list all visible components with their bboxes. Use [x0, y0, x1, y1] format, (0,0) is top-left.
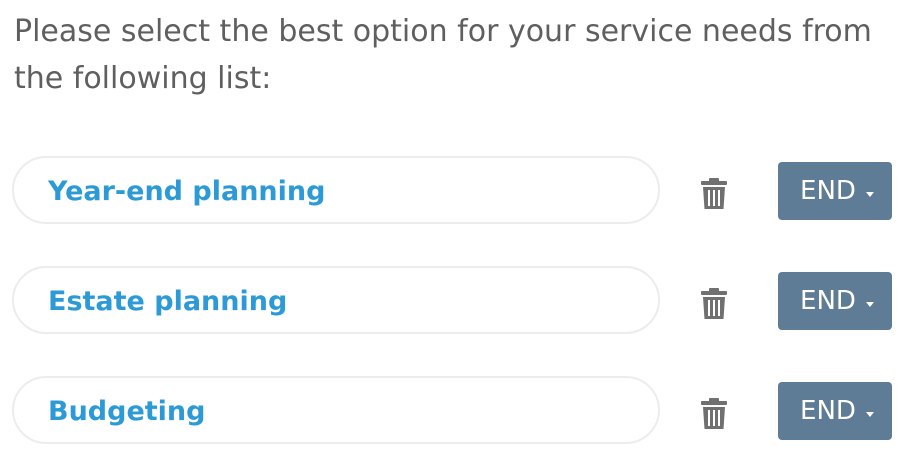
service-selection-panel: Please select the best option for your s… [0, 0, 914, 466]
end-dropdown-button[interactable]: END [778, 382, 892, 440]
option-pill[interactable]: Estate planning [12, 266, 660, 334]
option-label: Year-end planning [48, 176, 326, 207]
end-button-label: END [800, 176, 856, 206]
option-label: Estate planning [48, 286, 288, 317]
trash-icon[interactable] [700, 178, 728, 210]
end-dropdown-button[interactable]: END [778, 162, 892, 220]
end-button-label: END [800, 286, 856, 316]
trash-icon[interactable] [700, 288, 728, 320]
option-pill[interactable]: Budgeting [12, 376, 660, 444]
option-label: Budgeting [48, 396, 206, 427]
caret-down-icon [866, 302, 874, 307]
trash-icon[interactable] [700, 398, 728, 430]
option-row: Year-end planning END [0, 156, 914, 226]
option-row: Budgeting END [0, 376, 914, 446]
end-dropdown-button[interactable]: END [778, 272, 892, 330]
caret-down-icon [866, 412, 874, 417]
end-button-label: END [800, 396, 856, 426]
option-row: Estate planning END [0, 266, 914, 336]
caret-down-icon [866, 192, 874, 197]
option-pill[interactable]: Year-end planning [12, 156, 660, 224]
prompt-text: Please select the best option for your s… [14, 14, 872, 96]
